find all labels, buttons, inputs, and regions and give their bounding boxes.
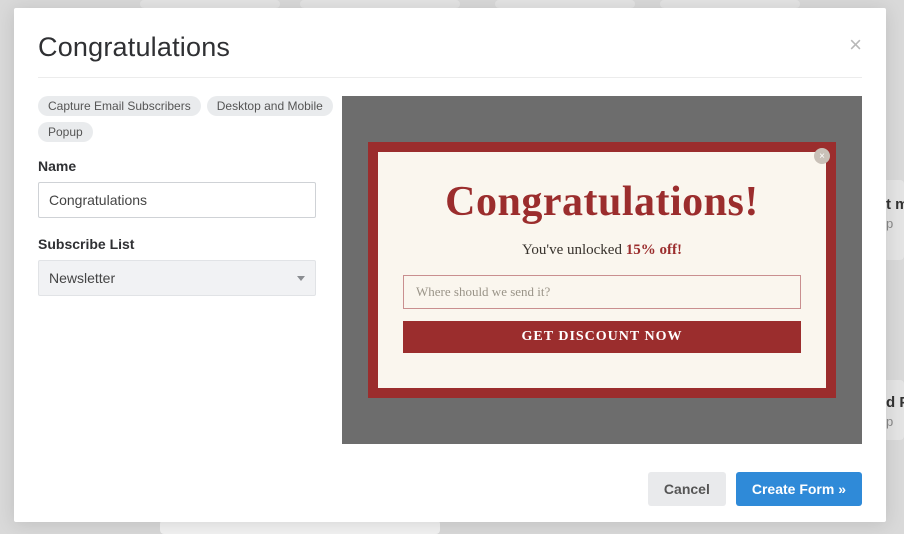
cancel-button[interactable]: Cancel [648, 472, 726, 506]
bg-thumb [300, 0, 460, 8]
form-settings-column: Capture Email Subscribers Desktop and Mo… [38, 96, 342, 452]
preview-popup: × Congratulations! You've unlocked 15% o… [368, 142, 836, 398]
subscribe-list-value: Newsletter [49, 270, 115, 286]
preview-close-icon[interactable]: × [814, 148, 830, 164]
preview-subtitle-highlight: 15% off! [626, 242, 682, 258]
name-label: Name [38, 158, 342, 174]
divider [38, 77, 862, 78]
preview-cta-button[interactable]: GET DISCOUNT NOW [403, 321, 801, 353]
preview-backdrop: × Congratulations! You've unlocked 15% o… [342, 96, 862, 444]
create-form-modal: Congratulations × Capture Email Subscrib… [14, 8, 886, 522]
preview-email-input[interactable] [403, 275, 801, 309]
preview-subtitle-pre: You've unlocked [522, 242, 626, 258]
tag-capture-email[interactable]: Capture Email Subscribers [38, 96, 201, 116]
preview-subtitle: You've unlocked 15% off! [522, 242, 682, 259]
bg-thumb [160, 520, 440, 534]
tag-popup[interactable]: Popup [38, 122, 93, 142]
subscribe-list-label: Subscribe List [38, 236, 342, 252]
bg-text: p [886, 414, 893, 429]
close-icon[interactable]: × [849, 34, 862, 56]
name-input[interactable] [38, 182, 316, 218]
modal-header: Congratulations × [38, 32, 862, 63]
bg-text: d P [886, 394, 904, 411]
subscribe-list-select[interactable]: Newsletter [38, 260, 316, 296]
modal-body: Capture Email Subscribers Desktop and Mo… [38, 96, 862, 452]
bg-thumb [660, 0, 800, 8]
chevron-down-icon [297, 276, 305, 281]
create-form-button[interactable]: Create Form » [736, 472, 862, 506]
modal-title: Congratulations [38, 32, 230, 63]
bg-text: t m [886, 196, 904, 213]
preview-title: Congratulations! [445, 178, 759, 226]
tag-desktop-mobile[interactable]: Desktop and Mobile [207, 96, 333, 116]
bg-text: p [886, 216, 893, 231]
bg-thumb [495, 0, 635, 8]
bg-thumb [140, 0, 280, 8]
tag-list: Capture Email Subscribers Desktop and Mo… [38, 96, 342, 142]
preview-column: × Congratulations! You've unlocked 15% o… [342, 96, 862, 452]
modal-footer: Cancel Create Form » [38, 452, 862, 506]
